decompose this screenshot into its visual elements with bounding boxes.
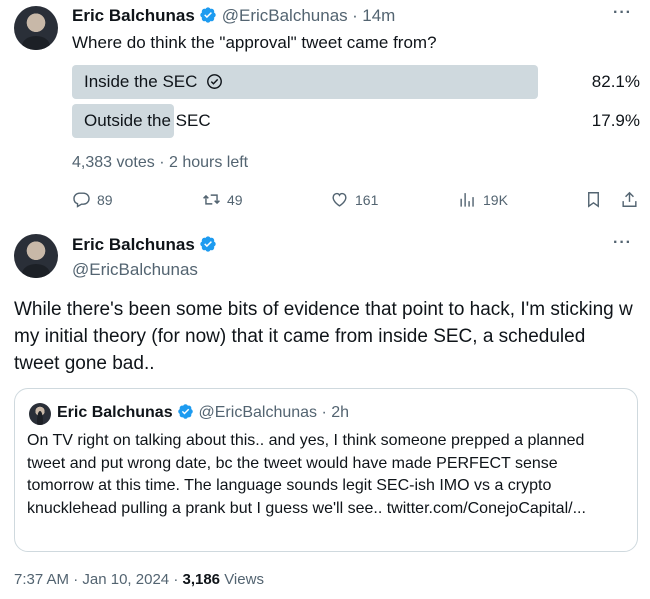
reply-icon [73,192,90,208]
tweet-timestamp: 7:37 AM · Jan 10, 2024 · 3,186 Views [14,571,264,588]
poll-option-inside[interactable]: Inside the SEC 82.1% [72,65,640,99]
author-handle[interactable]: @EricBalchunas [222,6,348,25]
separator: · [73,571,79,588]
quoted-tweet[interactable]: Eric Balchunas @EricBalchunas · 2h On TV… [14,388,638,552]
bookmark-button[interactable] [584,190,603,209]
more-options-icon[interactable]: ··· [613,4,632,22]
separator: · [173,571,179,588]
reply-count: 89 [97,191,113,208]
quoted-tweet-header: Eric Balchunas @EricBalchunas · 2h [57,403,349,422]
tweet-header: Eric Balchunas @EricBalchunas · 14m [72,6,395,26]
quoted-tweet-text: On TV right on talking about this.. and … [27,432,586,517]
like-count: 161 [355,191,379,208]
tweet-text: While there's been some bits of evidence… [14,299,633,374]
more-options-icon[interactable]: ··· [613,234,632,252]
views-label: Views [224,571,264,588]
retweet-icon [203,194,220,205]
poll-option-label: Outside the SEC [84,111,211,130]
poll-option-outside[interactable]: Outside the SEC 17.9% [72,104,640,138]
views-button[interactable]: 19K [458,190,508,209]
heart-icon [332,192,347,207]
verified-badge-icon [200,236,216,252]
avatar[interactable] [14,6,58,50]
check-circle-icon [207,74,223,89]
poll-option-label: Inside the SEC [84,72,198,91]
tweet-header: Eric Balchunas [72,235,217,255]
reply-button[interactable]: 89 [72,190,113,209]
analytics-icon [460,193,474,207]
poll-time-left: 2 hours left [168,154,249,171]
poll-votes: 4,383 votes [72,154,155,171]
quoted-tweet-time: 2h [331,404,350,421]
share-icon [622,191,637,207]
bookmark-icon [588,192,599,208]
views-count: 19K [483,191,508,208]
author-name[interactable]: Eric Balchunas [72,6,195,25]
author-handle[interactable]: @EricBalchunas [72,260,198,280]
poll-separator: · [159,154,165,171]
tweet-text: Where do think the "approval" tweet came… [72,33,437,52]
tweet-time[interactable]: 14m [362,6,395,25]
views-total: 3,186 [182,571,221,588]
time-separator: · [352,6,358,25]
verified-badge-icon [200,7,216,23]
quoted-avatar [29,403,51,425]
time-separator: · [321,404,327,421]
poll-option-percent: 17.9% [591,111,640,130]
poll-meta: 4,383 votes · 2 hours left [72,154,248,172]
post-date[interactable]: Jan 10, 2024 [82,571,169,588]
retweet-count: 49 [227,191,243,208]
verified-badge-icon [178,404,193,419]
author-name[interactable]: Eric Balchunas [72,235,195,254]
action-bar: 89 49 161 19K [72,190,640,212]
quoted-author-handle: @EricBalchunas [198,404,318,421]
retweet-button[interactable]: 49 [202,190,243,209]
quoted-author-name: Eric Balchunas [57,404,173,421]
share-button[interactable] [620,190,639,209]
like-button[interactable]: 161 [330,190,378,209]
post-time[interactable]: 7:37 AM [14,571,69,588]
avatar[interactable] [14,234,58,278]
poll-option-percent: 82.1% [591,72,640,91]
